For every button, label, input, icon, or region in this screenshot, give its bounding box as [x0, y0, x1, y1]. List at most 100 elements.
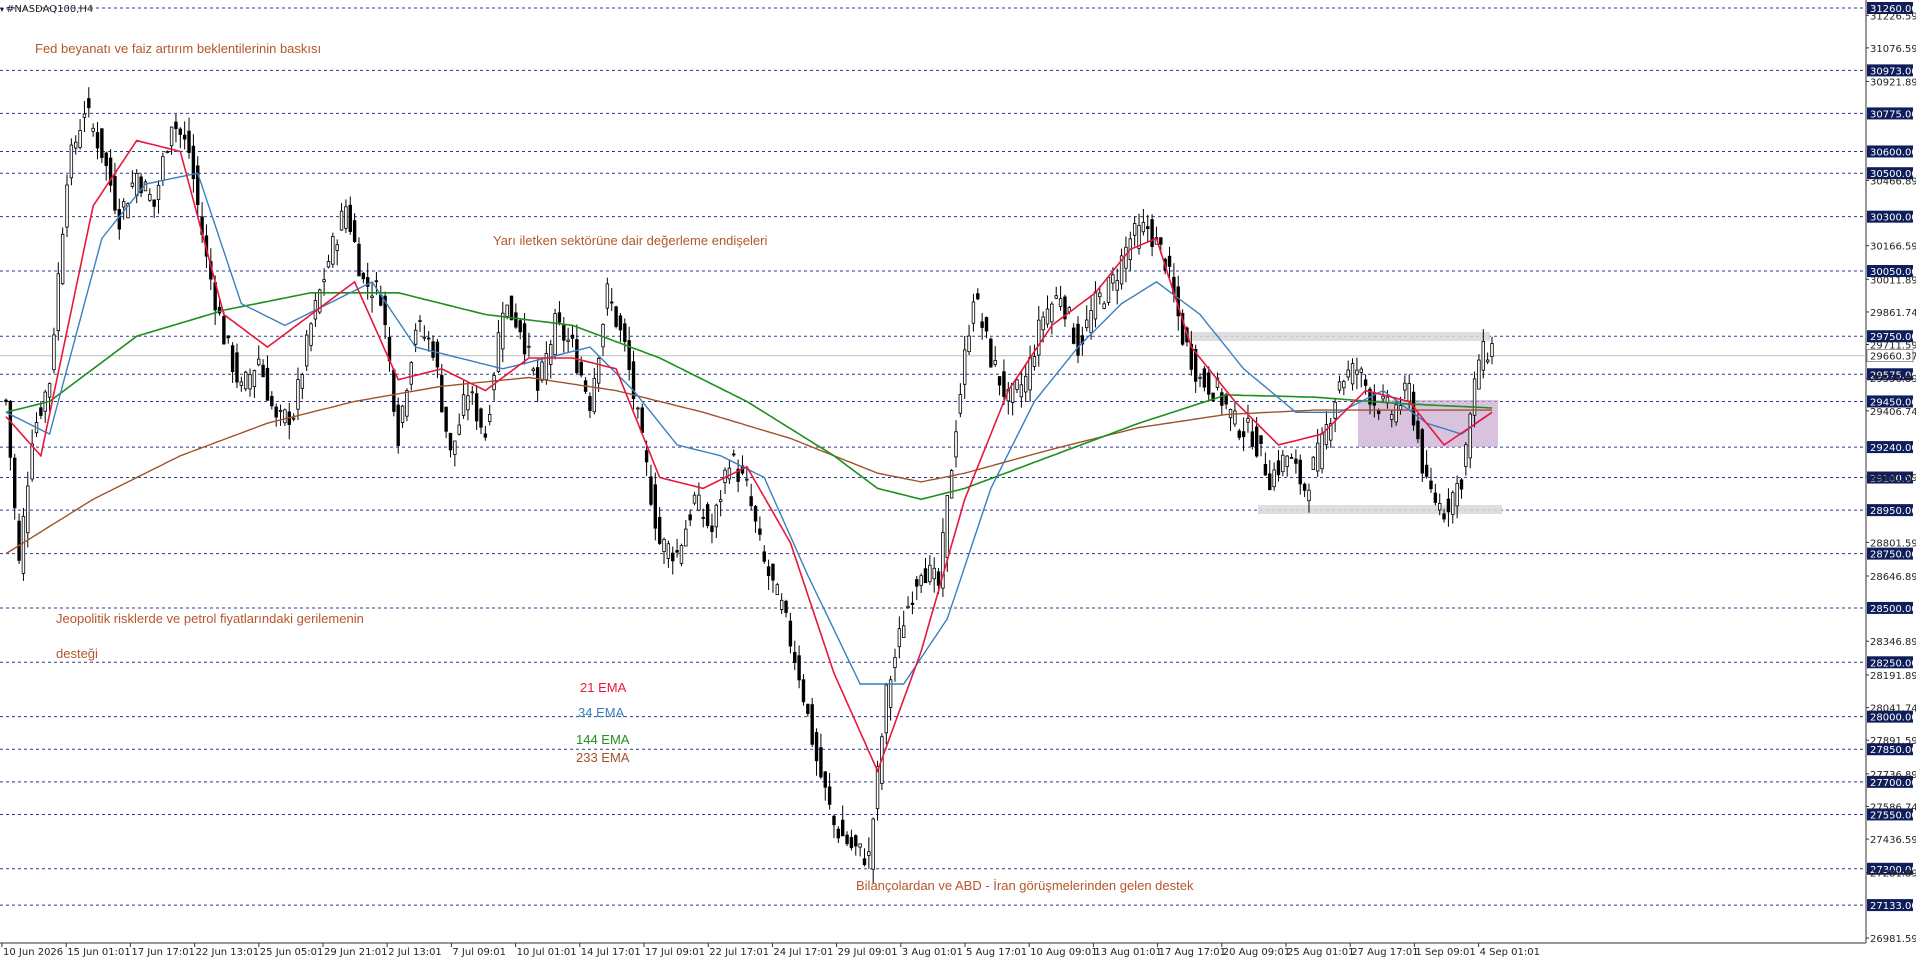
candle-body [614, 306, 618, 327]
candle-body [823, 771, 827, 788]
x-tick-label: 14 Jul 17:01 [581, 947, 641, 958]
candle-body [1198, 376, 1202, 379]
candle-body [1272, 469, 1276, 488]
candle-body [1220, 392, 1224, 406]
candle-body [636, 407, 640, 410]
candle-body [967, 335, 971, 353]
candle-body [235, 352, 239, 383]
candle-body [265, 367, 270, 401]
y-tick-label: 28191.89 [1870, 671, 1916, 682]
candle-body [135, 172, 139, 197]
candle-body [466, 395, 470, 411]
candle-body [640, 407, 644, 433]
candle-body [1394, 404, 1398, 423]
candle-body [278, 409, 283, 412]
candle-body [627, 340, 631, 370]
candle-body [69, 144, 74, 179]
candle-body [671, 552, 675, 562]
candle-body [374, 280, 379, 283]
candle-body [997, 376, 1002, 386]
candle-body [409, 362, 413, 385]
candle-body [1032, 356, 1037, 367]
candle-body [130, 182, 135, 187]
candle-body [1237, 430, 1241, 438]
candle-body [1106, 276, 1111, 303]
candle-body [566, 339, 570, 342]
candle-body [230, 345, 235, 373]
candle-body [727, 467, 732, 480]
candle-body [1337, 381, 1342, 391]
candle-body [1407, 383, 1411, 402]
title-arrow-icon: ▾ [0, 5, 4, 14]
candle-body [1350, 363, 1355, 385]
candle-body [226, 335, 230, 339]
candle-body [331, 236, 335, 265]
candle-body [30, 443, 34, 480]
candle-body [1041, 316, 1045, 331]
candle-body [518, 320, 522, 333]
candle-body [187, 130, 191, 153]
candle-body [1050, 303, 1054, 323]
level-price-label: 29240.00 [1870, 443, 1916, 454]
candle-body [562, 325, 566, 341]
candle-body [644, 450, 649, 463]
y-tick-label: 27436.59 [1870, 835, 1916, 846]
resistance-zone-box [1183, 332, 1490, 341]
x-tick-label: 5 Aug 17:01 [966, 947, 1027, 958]
candle-body [1433, 492, 1438, 503]
level-price-label: 30600.00 [1870, 147, 1916, 158]
candle-body [104, 152, 108, 166]
y-tick-label: 26981.59 [1870, 934, 1916, 945]
candle-body [121, 201, 126, 208]
candle-body [1019, 384, 1024, 398]
candle-body [274, 406, 278, 418]
candle-body [1028, 356, 1032, 391]
candle-body [1202, 368, 1207, 388]
candle-body [714, 504, 719, 528]
legend-ema34: 34 EMA [578, 705, 625, 720]
candle-body [252, 370, 257, 387]
candle-body [1254, 426, 1259, 457]
candle-body [649, 476, 653, 505]
candle-body [496, 332, 501, 372]
candle-body [932, 567, 936, 580]
candle-body [1298, 459, 1302, 485]
candle-body [662, 538, 666, 552]
candle-body [348, 204, 352, 232]
candle-body [801, 679, 806, 703]
candle-body [1438, 503, 1442, 511]
candle-body [657, 516, 662, 544]
candle-body [840, 819, 845, 837]
candle-body [474, 393, 479, 422]
candle-body [1233, 410, 1237, 425]
candle-body [1167, 255, 1172, 267]
y-tick-label: 30466.89 [1870, 176, 1916, 187]
candle-body [196, 165, 200, 206]
candle-body [1342, 380, 1346, 389]
candle-body [257, 358, 261, 366]
candle-body [897, 628, 902, 648]
candle-body [100, 128, 104, 158]
nasdaq-h4-chart[interactable]: 31260.0030973.0030775.0030600.0030500.00… [0, 0, 1916, 963]
candle-body [400, 405, 405, 423]
x-tick-label: 22 Jun 13:01 [196, 947, 260, 958]
x-tick-label: 10 Jul 01:01 [517, 947, 577, 958]
candle-body [178, 128, 183, 135]
plot-area [0, 0, 1916, 963]
candle-body [579, 361, 583, 376]
level-price-label: 28500.00 [1870, 604, 1916, 615]
candle-body [1281, 454, 1285, 473]
candle-body [479, 408, 483, 428]
level-price-label: 30775.00 [1870, 109, 1916, 120]
candle-body [514, 312, 518, 328]
candle-body [788, 620, 793, 647]
candle-body [810, 704, 814, 745]
candle-body [915, 579, 919, 587]
candle-body [527, 345, 531, 348]
candle-body [4, 399, 8, 403]
candle-body [1115, 280, 1119, 291]
candle-body [605, 283, 610, 309]
symbol-title: #NASDAQ100,H4 [6, 4, 93, 15]
candle-body [819, 747, 823, 778]
candle-body [470, 391, 474, 394]
